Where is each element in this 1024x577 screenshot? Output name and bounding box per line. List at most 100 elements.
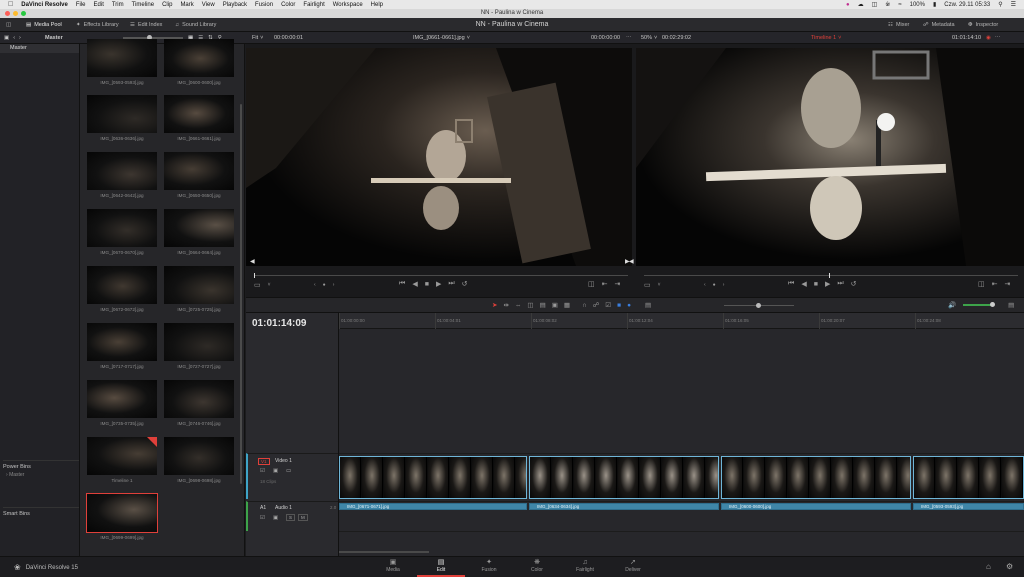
mark-in-icon[interactable]: ⇤	[992, 280, 998, 288]
media-clip-item[interactable]: IMG_[0746-0746].jpg	[164, 380, 234, 426]
master-volume-slider[interactable]	[963, 302, 996, 307]
timeline-viewer[interactable]	[636, 48, 1024, 266]
metadata-button[interactable]: ☍ Metadata	[923, 18, 955, 32]
selection-tool-icon[interactable]: ➤	[492, 301, 497, 309]
minimize-window-button[interactable]	[13, 11, 18, 16]
loop-icon[interactable]: ↺	[462, 280, 468, 288]
timeline-selector-dropdown[interactable]: Timeline 1 ˅	[811, 32, 841, 44]
source-display-options[interactable]: ▭ ˅	[254, 281, 271, 289]
menu-clip[interactable]: Clip	[162, 2, 172, 8]
timeline-clip-item[interactable]: Timeline 1	[87, 437, 157, 483]
effects-library-button[interactable]: ✦ Effects Library	[76, 18, 119, 32]
inspector-button[interactable]: ❆ Inspector	[968, 18, 998, 32]
go-to-start-icon[interactable]: ⏮	[399, 280, 405, 288]
blade-tool-icon[interactable]: ◫	[527, 301, 533, 309]
timeline-tracks-area[interactable]	[339, 329, 1024, 556]
replace-clip-icon[interactable]: ▦	[564, 301, 570, 309]
mute-button[interactable]: M	[298, 514, 308, 521]
snapping-icon[interactable]: ∩	[582, 302, 587, 309]
page-edit[interactable]: ▤ Edit	[417, 557, 465, 577]
media-clip-item[interactable]: IMG_[0636-0636].jpg	[87, 95, 157, 141]
auto-track-icon[interactable]: ▣	[273, 515, 278, 521]
viewer-options-icon[interactable]: ⋯	[626, 32, 632, 44]
volume-icon[interactable]: 🔊	[948, 301, 956, 309]
media-clip-item[interactable]: IMG_[0642-0642].jpg	[87, 152, 157, 198]
source-scrub-bar[interactable]	[254, 273, 628, 278]
go-to-end-icon[interactable]: ⏭	[837, 280, 843, 288]
media-clip-item[interactable]: IMG_[0699-0699].jpg	[86, 493, 158, 540]
mixer-button[interactable]: ☷ Mixer	[888, 18, 909, 32]
in-point-marker[interactable]: ◀	[250, 258, 255, 265]
status-display-icon[interactable]: ◫	[872, 1, 878, 8]
battery-icon[interactable]: ▮	[933, 1, 936, 8]
page-deliver[interactable]: ➚ Deliver	[609, 557, 657, 577]
timeline-scrub-bar[interactable]	[644, 273, 1018, 278]
menu-fairlight[interactable]: Fairlight	[303, 2, 324, 8]
timeline-scrollbar[interactable]	[339, 551, 429, 553]
media-clip-item[interactable]: IMG_[0698-0698].jpg	[164, 437, 234, 483]
overwrite-clip-icon[interactable]: ▣	[552, 301, 558, 309]
settings-gear-icon[interactable]: ⚙	[1006, 562, 1013, 571]
video-clip[interactable]	[339, 456, 527, 499]
search-icon[interactable]: ⚲	[998, 1, 1002, 8]
menu-clock[interactable]: Czw. 29.11 05:33	[944, 2, 990, 8]
bin-master[interactable]: Master	[0, 44, 79, 53]
zoom-window-button[interactable]	[21, 11, 26, 16]
media-clip-item[interactable]: IMG_[0593-0593].jpg	[87, 39, 157, 85]
menu-help[interactable]: Help	[371, 2, 383, 8]
viewer-options-icon[interactable]: ⋯	[995, 35, 1001, 41]
source-jog-control[interactable]: ‹ ● ›	[314, 282, 334, 288]
audio-clip[interactable]: IMG_[0634-0634].jpg	[529, 503, 719, 510]
menu-mark[interactable]: Mark	[180, 2, 193, 8]
media-clip-item[interactable]: IMG_[0650-0650].jpg	[164, 152, 234, 198]
timeline-jog-control[interactable]: ‹ ● ›	[704, 282, 724, 288]
marker-icon[interactable]: ●	[627, 302, 631, 309]
page-color[interactable]: ❋ Color	[513, 557, 561, 577]
media-clip-item[interactable]: IMG_[0727-0727].jpg	[164, 323, 234, 369]
media-clip-item[interactable]: IMG_[0717-0717].jpg	[87, 323, 157, 369]
audio-clip[interactable]: IMG_[0593-0593].jpg	[913, 503, 1024, 510]
sound-library-button[interactable]: ♫ Sound Library	[175, 18, 216, 32]
menu-file[interactable]: File	[76, 2, 86, 8]
position-lock-icon[interactable]: ☑	[605, 301, 611, 309]
play-reverse-icon[interactable]: ◀	[412, 280, 417, 288]
mark-in-icon[interactable]: ⇤	[602, 280, 608, 288]
a1-track-tag[interactable]: A1	[260, 505, 266, 511]
flag-icon[interactable]: ■	[617, 302, 621, 309]
close-window-button[interactable]	[5, 11, 10, 16]
audio-clip[interactable]: IMG_[0671-0671].jpg	[339, 503, 527, 510]
media-clip-item[interactable]: IMG_[0661-0661].jpg	[164, 95, 234, 141]
timeline-playhead[interactable]	[829, 273, 830, 278]
media-clip-item[interactable]: IMG_[0600-0600].jpg	[164, 39, 234, 85]
stop-icon[interactable]: ■	[425, 281, 429, 288]
media-clip-item[interactable]: IMG_[0725-0725].jpg	[164, 266, 234, 312]
media-pool-button[interactable]: ▤ Media Pool	[26, 18, 62, 32]
match-frame-icon[interactable]: ◫	[588, 280, 595, 288]
pool-scrollbar[interactable]	[240, 104, 242, 484]
go-to-end-icon[interactable]: ⏭	[448, 280, 454, 288]
forward-arrow-icon[interactable]: ›	[19, 35, 21, 41]
lock-icon[interactable]: ☑	[260, 468, 265, 474]
media-clip-item[interactable]: IMG_[0670-0670].jpg	[87, 209, 157, 255]
mark-out-icon[interactable]: ⇥	[1005, 280, 1011, 288]
go-to-start-icon[interactable]: ⏮	[788, 280, 794, 288]
menu-list-icon[interactable]: ☰	[1011, 1, 1016, 8]
linked-selection-icon[interactable]: ☍	[593, 301, 600, 309]
media-clip-item[interactable]: IMG_[0735-0735].jpg	[87, 380, 157, 426]
power-bin-master[interactable]: › Master	[6, 472, 24, 478]
video-clip[interactable]	[721, 456, 911, 499]
loop-icon[interactable]: ↺	[851, 280, 857, 288]
status-wifi-icon[interactable]: ≈	[898, 2, 901, 8]
page-fusion[interactable]: ✦ Fusion	[465, 557, 513, 577]
auto-track-icon[interactable]: ▣	[273, 468, 278, 474]
source-zoom-dropdown[interactable]: Fit ˅	[252, 32, 263, 44]
timeline-zoom-slider[interactable]	[724, 303, 794, 308]
page-media[interactable]: ▣ Media	[369, 557, 417, 577]
source-clip-dropdown[interactable]: IMG_[0661-0661].jpg ˅	[413, 32, 470, 44]
bin-list-toggle[interactable]: ▣ ‹ ›	[4, 32, 21, 44]
menu-trim[interactable]: Trim	[112, 2, 124, 8]
track-visibility-icon[interactable]: ▭	[286, 468, 291, 474]
source-playhead[interactable]	[254, 273, 255, 278]
edit-index-button[interactable]: ☰ Edit Index	[130, 18, 162, 32]
timeline-zoom-dropdown[interactable]: 50% ˅	[641, 32, 657, 44]
